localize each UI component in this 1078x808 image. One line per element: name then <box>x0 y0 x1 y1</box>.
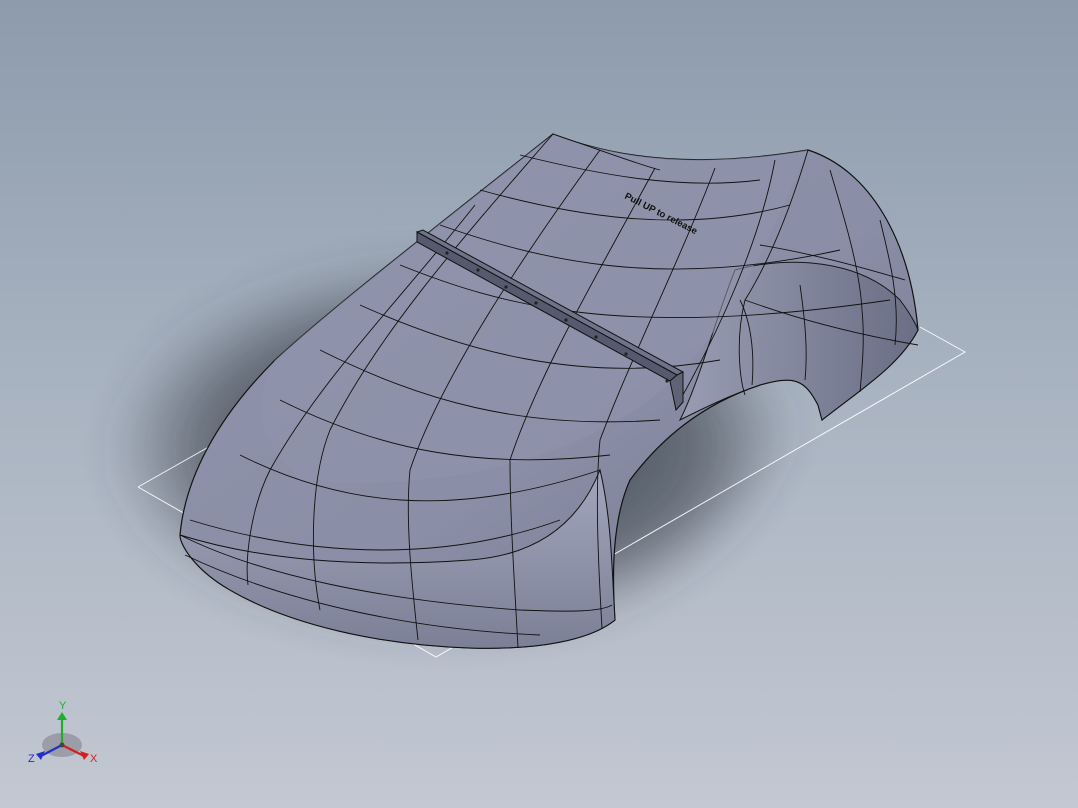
hood-shell[interactable]: Pull UP to release <box>179 133 919 649</box>
reference-triad: Y X Z <box>28 700 98 765</box>
triad-y-label: Y <box>59 700 67 712</box>
model-scene[interactable]: Pull UP to release Y X Z <box>0 0 1078 808</box>
triad-z-label: Z <box>28 753 35 765</box>
triad-y-arrow-icon <box>57 712 67 720</box>
graphics-viewport[interactable]: Pull UP to release Y X Z <box>0 0 1078 808</box>
triad-x-label: X <box>90 753 98 765</box>
